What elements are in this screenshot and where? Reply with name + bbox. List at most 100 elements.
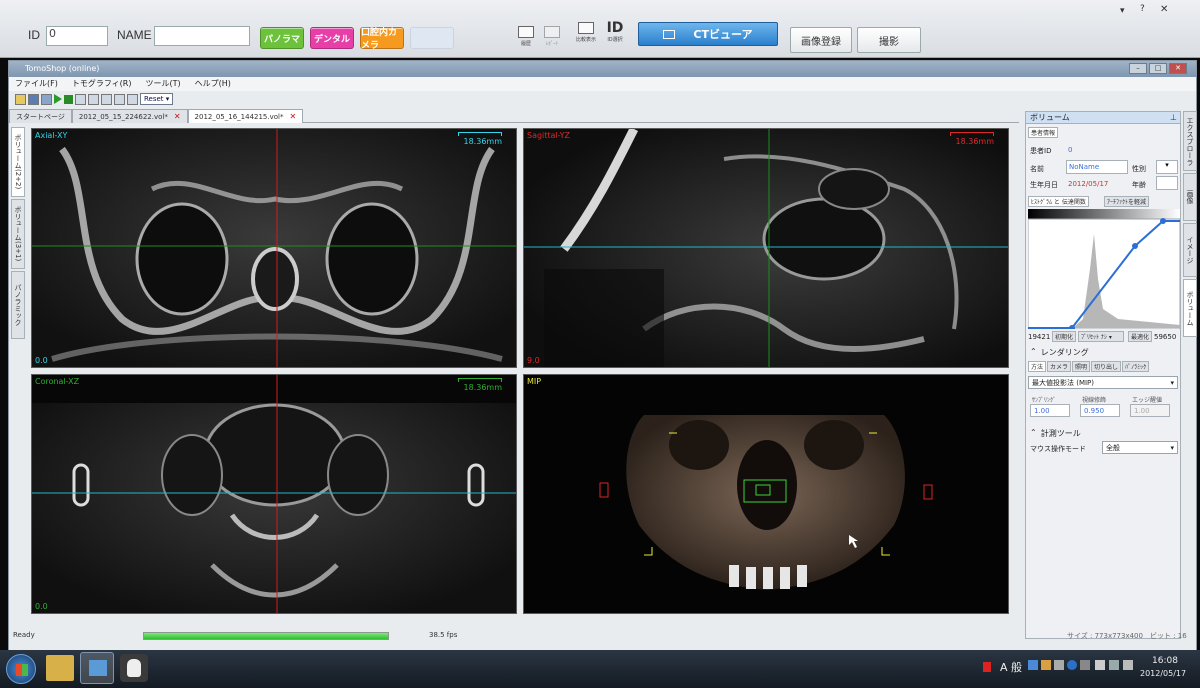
sagittal-viewport[interactable]: Sagittal-YZ 18.36mm 9.0 — [523, 128, 1009, 368]
register-image-button[interactable]: 画像登録 — [790, 27, 852, 53]
tab-explorer[interactable]: エクスプローラ — [1183, 111, 1197, 171]
help-icon[interactable]: ? — [1140, 4, 1152, 16]
compare-view-button[interactable]: 比較表示 — [572, 18, 600, 52]
tomoshop-taskbar-icon[interactable] — [80, 652, 114, 684]
network-icon[interactable] — [1109, 660, 1119, 670]
tab-volume[interactable]: ボリューム — [1183, 279, 1197, 337]
id-select-button[interactable]: ID ID選択 — [602, 18, 628, 52]
tab-volume-1[interactable]: 2012_05_15_224622.vol* ✕ — [71, 109, 188, 124]
scale-label: 18.36mm — [955, 137, 995, 146]
axial-viewport[interactable]: Axial-XY 18.36mm 0.0 — [31, 128, 517, 368]
stop-icon[interactable] — [64, 94, 73, 104]
intraoral-camera-button[interactable]: 口腔内カメラ — [360, 27, 404, 51]
viewport-title: Axial-XY — [35, 131, 68, 140]
volume-icon[interactable] — [1123, 660, 1133, 670]
status-text: Ready — [13, 631, 35, 639]
capture-button[interactable]: 撮影 — [857, 27, 921, 53]
dental-button[interactable]: デンタル — [310, 27, 354, 49]
tab-artifact-reduce[interactable]: ｱｰﾁﾌｧｸﾄを軽減 — [1104, 196, 1150, 207]
main-toolbar: ID 0 NAME パノラマ デンタル 口腔内カメラ 履歴 ﾚﾎﾟｰﾄ 比較表示… — [0, 0, 1200, 58]
zoom-icon[interactable] — [127, 93, 138, 105]
tab-image[interactable]: 画像 — [1183, 173, 1197, 221]
close-tab-icon[interactable]: ✕ — [174, 110, 181, 124]
slice-value: 9.0 — [527, 356, 540, 365]
save-icon[interactable] — [28, 93, 39, 105]
tab-clipping[interactable]: 切り出し — [1091, 361, 1122, 372]
minimize-icon[interactable]: ▾ — [1120, 6, 1130, 16]
initialize-button[interactable]: 初期化 — [1052, 331, 1077, 342]
name-field[interactable] — [154, 26, 250, 46]
scale-bar — [458, 378, 502, 382]
pan-icon[interactable] — [114, 93, 125, 105]
id-field[interactable]: 0 — [46, 26, 108, 46]
render-method-dropdown[interactable]: 最大値投影法 (MIP) ▾ — [1028, 376, 1178, 389]
rendering-section[interactable]: ⌃ レンダリング — [1030, 347, 1089, 358]
disabled-button — [410, 27, 454, 49]
mip-viewport[interactable]: MIP — [523, 374, 1009, 614]
volume-panel: ボリューム ⊥ 患者情報 患者ID 0 名前 NoName 性別 ▾ 生年月日 … — [1025, 111, 1181, 639]
tab-camera[interactable]: カメラ — [1047, 361, 1072, 372]
histogram-chart[interactable] — [1028, 209, 1180, 329]
explorer-taskbar-icon[interactable] — [46, 655, 74, 681]
save-all-icon[interactable] — [41, 93, 52, 105]
dental-app-taskbar-icon[interactable] — [120, 654, 148, 682]
menu-tomography[interactable]: トモグラフィ(R) — [72, 77, 132, 91]
window-maximize-button[interactable]: □ — [1149, 63, 1167, 74]
tray-icon[interactable] — [1028, 660, 1038, 670]
age-field[interactable] — [1156, 176, 1178, 190]
rendering-tabs: 方法 カメラ 照明 切り出し ﾊﾟﾉﾗﾐｯｸ — [1028, 361, 1150, 372]
window-minimize-button[interactable]: – — [1129, 63, 1147, 74]
scale-label: 18.36mm — [463, 383, 503, 392]
sampling-field[interactable]: 1.00 — [1030, 404, 1070, 417]
tab-panoramic-render[interactable]: ﾊﾟﾉﾗﾐｯｸ — [1122, 361, 1150, 372]
measure-icon[interactable] — [88, 93, 99, 105]
tray-icon[interactable] — [1080, 660, 1090, 670]
tray-icon[interactable] — [1041, 660, 1051, 670]
dob-label: 生年月日 — [1030, 181, 1058, 189]
progress-fill — [144, 633, 388, 639]
tab-image-2[interactable]: イメージ — [1183, 223, 1197, 277]
tab-patient-info[interactable]: 患者情報 — [1028, 127, 1059, 138]
window-level-icon[interactable] — [101, 93, 112, 105]
menu-tools[interactable]: ツール(T) — [145, 77, 180, 91]
tab-panoramic[interactable]: パノラミック — [11, 271, 25, 339]
history-button[interactable]: 履歴 — [514, 22, 538, 56]
patient-name-field[interactable]: NoName — [1066, 160, 1128, 174]
panorama-button[interactable]: パノラマ — [260, 27, 304, 49]
report-button[interactable]: ﾚﾎﾟｰﾄ — [540, 22, 564, 56]
tab-start-page[interactable]: スタートページ — [9, 109, 72, 123]
mouse-mode-dropdown[interactable]: 全般 ▾ — [1102, 441, 1178, 454]
tab-volume-2[interactable]: 2012_05_16_144215.vol* ✕ — [187, 109, 304, 124]
tab-volume-2-2[interactable]: ボリューム(2+2) — [11, 127, 25, 197]
optimize-button[interactable]: 最適化 — [1128, 331, 1153, 342]
measure-section[interactable]: ⌃ 計測ツール — [1030, 428, 1081, 439]
flag-icon[interactable] — [983, 662, 991, 672]
help-tray-icon[interactable] — [1067, 660, 1077, 670]
tab-lighting[interactable]: 照明 — [1072, 361, 1091, 372]
close-icon[interactable]: ✕ — [1160, 4, 1172, 16]
flag-tray-icon[interactable] — [1095, 660, 1105, 670]
open-icon[interactable] — [15, 93, 26, 105]
fps-text: 38.5 fps — [429, 631, 458, 639]
tab-volume-3-1[interactable]: ボリューム(3+1) — [11, 199, 25, 269]
ray-field[interactable]: 0.950 — [1080, 404, 1120, 417]
ct-viewer-button[interactable]: CTビューア — [638, 22, 778, 46]
tray-icon[interactable] — [1054, 660, 1064, 670]
close-tab-icon[interactable]: ✕ — [289, 110, 296, 124]
reset-button[interactable]: Reset ▾ — [140, 93, 174, 105]
crosshair-icon[interactable] — [75, 93, 86, 105]
tab-histogram[interactable]: ﾋｽﾄｸﾞﾗﾑ と 伝達関数 — [1028, 196, 1089, 207]
patient-id-label: 患者ID — [1030, 147, 1052, 155]
start-button[interactable] — [6, 654, 36, 684]
menu-file[interactable]: ファイル(F) — [15, 77, 58, 91]
tab-method[interactable]: 方法 — [1028, 361, 1047, 372]
menu-help[interactable]: ヘルプ(H) — [195, 77, 231, 91]
window-close-button[interactable]: ✕ — [1169, 63, 1187, 74]
pin-icon[interactable]: ⊥ — [1170, 113, 1177, 122]
coronal-viewport[interactable]: Coronal-XZ 18.36mm 0.0 — [31, 374, 517, 614]
preset-dropdown[interactable]: ﾌﾟﾘｾｯﾄ ﾅｼ ▾ — [1078, 331, 1124, 342]
play-icon[interactable] — [54, 94, 62, 104]
ime-indicator[interactable]: A 般 — [1000, 659, 1022, 675]
sex-dropdown[interactable]: ▾ — [1156, 160, 1178, 174]
edge-field[interactable]: 1.00 — [1130, 404, 1170, 417]
